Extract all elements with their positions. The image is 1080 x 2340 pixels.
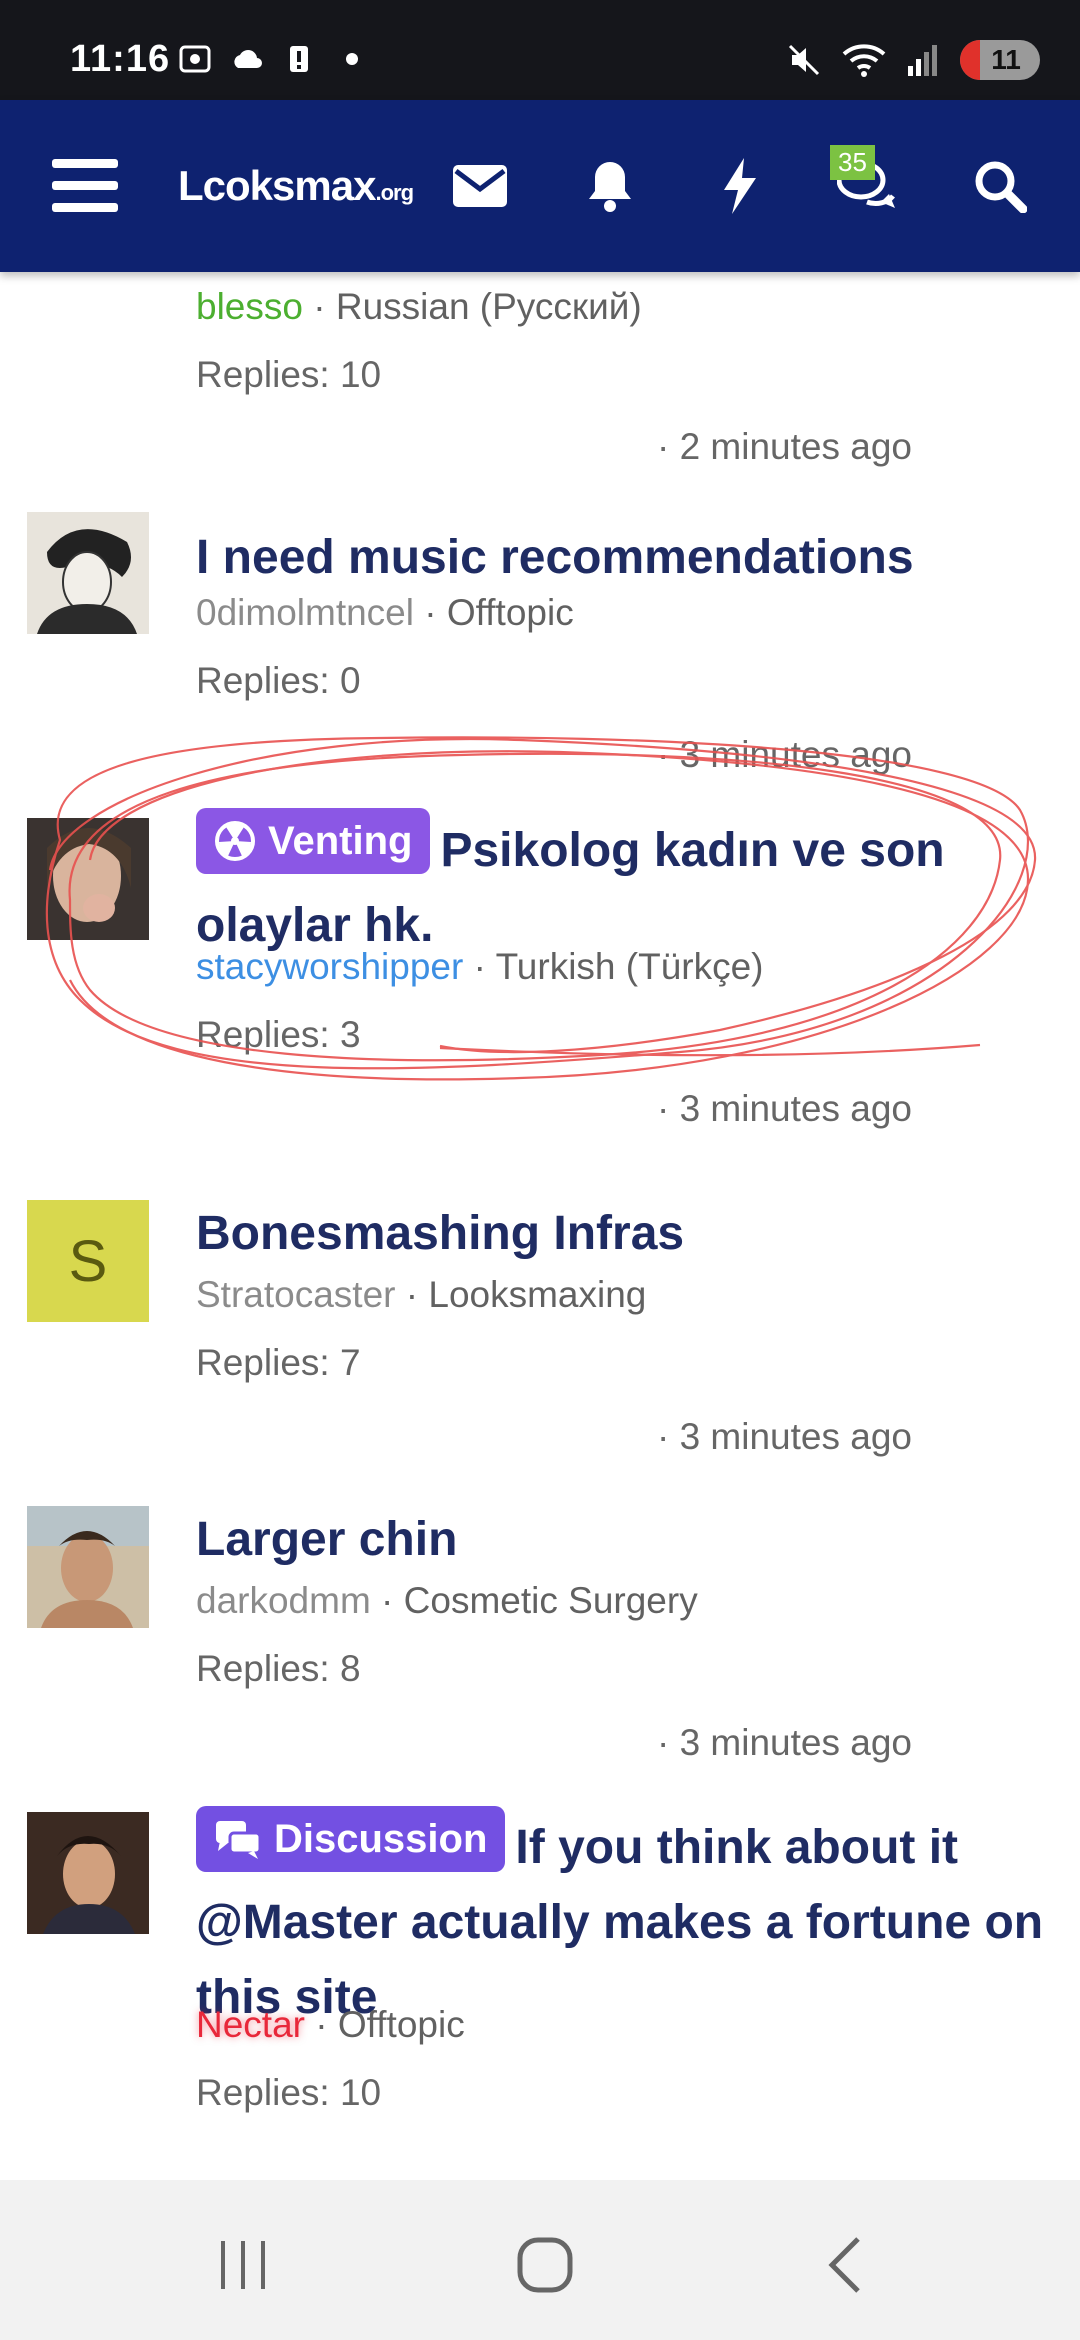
prefix-label: Venting xyxy=(268,819,413,863)
logo-suffix: .org xyxy=(375,180,414,205)
logo-text: Lcoksmax xyxy=(178,162,376,209)
thread-author[interactable]: darkodmm xyxy=(196,1580,371,1621)
thread-forum[interactable]: Looksmaxing xyxy=(428,1274,646,1315)
wifi-icon xyxy=(842,44,886,77)
meta-separator: · xyxy=(304,2004,338,2045)
prefix-venting[interactable]: Venting xyxy=(196,808,431,874)
recent-apps-button[interactable] xyxy=(198,2230,288,2300)
status-bar: 11:16 11 xyxy=(0,0,1080,100)
thread-author[interactable]: blesso xyxy=(196,286,303,327)
thread-title-text: I need music recommendations xyxy=(196,531,914,584)
thread-author[interactable]: 0dimolmtncel xyxy=(196,592,414,633)
avatar[interactable] xyxy=(27,818,149,940)
bell-icon xyxy=(589,162,631,212)
home-icon xyxy=(517,2237,573,2293)
thread-replies: Replies: 8 xyxy=(196,1648,361,1689)
conversations-badge: 35 xyxy=(830,145,875,180)
avatar-image xyxy=(27,512,149,634)
thread-meta: Stratocaster · Looksmaxing xyxy=(196,1274,646,1316)
cloud-icon xyxy=(234,50,262,68)
recent-apps-icon xyxy=(221,2241,265,2289)
thread-forum[interactable]: Offtopic xyxy=(447,592,574,633)
thread-replies: Replies: 3 xyxy=(196,1014,361,1055)
thread-time: · 3 minutes ago xyxy=(656,1416,912,1457)
thread-forum[interactable]: Turkish (Türkçe) xyxy=(496,946,764,987)
screenshot-icon xyxy=(179,45,211,73)
thread-forum[interactable]: Russian (Русский) xyxy=(336,286,642,327)
avatar[interactable] xyxy=(27,1506,149,1628)
thread-meta: 0dimolmtncel · Offtopic xyxy=(196,592,574,634)
thread-title[interactable]: Bonesmashing Infras xyxy=(196,1196,1046,1271)
meta-separator: · xyxy=(370,1580,404,1621)
signal-icon xyxy=(908,45,937,76)
avatar[interactable] xyxy=(27,512,149,634)
thread-forum[interactable]: Offtopic xyxy=(338,2004,465,2045)
conversations-button[interactable] xyxy=(828,100,908,272)
back-icon xyxy=(828,2237,860,2293)
thread-time: · 3 minutes ago xyxy=(656,1722,912,1763)
site-logo[interactable]: Lcoksmax.org xyxy=(178,162,414,210)
avatar[interactable] xyxy=(27,1812,149,1934)
whats-new-button[interactable] xyxy=(700,100,780,272)
mute-icon xyxy=(788,44,820,76)
home-button[interactable] xyxy=(500,2230,590,2300)
status-system-icons: 11 xyxy=(786,40,1040,80)
bolt-icon xyxy=(724,158,756,214)
menu-icon xyxy=(52,159,118,212)
alerts-button[interactable] xyxy=(570,100,650,272)
prefix-discussion[interactable]: Discussion xyxy=(196,1806,506,1872)
thread-replies: Replies: 0 xyxy=(196,660,361,701)
prefix-label: Discussion xyxy=(274,1817,488,1861)
avatar-image xyxy=(27,818,149,940)
radiation-icon xyxy=(215,821,255,861)
thread-replies: Replies: 10 xyxy=(196,354,382,395)
thread-replies: Replies: 7 xyxy=(196,1342,361,1383)
thread-author[interactable]: Nectar xyxy=(196,2004,305,2045)
site-header: Lcoksmax.org 35 xyxy=(0,100,1080,272)
thread-time: · 3 minutes ago xyxy=(656,734,912,775)
search-button[interactable] xyxy=(960,100,1040,272)
status-time: 11:16 xyxy=(70,38,171,80)
avatar[interactable]: S xyxy=(27,1200,149,1322)
thread-meta: stacyworshipper · Turkish (Türkçe) xyxy=(196,946,764,988)
thread-forum[interactable]: Cosmetic Surgery xyxy=(404,1580,698,1621)
menu-button[interactable] xyxy=(30,100,140,272)
comments-icon xyxy=(216,1821,262,1859)
dot-icon xyxy=(346,53,358,65)
thread-meta: Nectar · Offtopic xyxy=(196,2004,465,2046)
meta-separator: · xyxy=(395,1274,429,1315)
thread-author[interactable]: Stratocaster xyxy=(196,1274,395,1315)
thread-author[interactable]: stacyworshipper xyxy=(196,946,463,987)
thread-title-text: Larger chin xyxy=(196,1513,458,1566)
thread-title-text: Bonesmashing Infras xyxy=(196,1207,685,1260)
thread-title[interactable]: Venting Psikolog kadın ve son olaylar hk. xyxy=(196,808,1046,963)
thread-title[interactable]: Larger chin xyxy=(196,1502,1046,1577)
mail-icon xyxy=(453,165,507,207)
thread-title[interactable]: Discussion If you think about it @Master … xyxy=(196,1806,1046,2035)
alert-icon xyxy=(290,46,308,72)
system-nav-bar xyxy=(0,2180,1080,2340)
thread-time: · 2 minutes ago xyxy=(656,426,912,467)
thread-time: · 3 minutes ago xyxy=(656,1088,912,1129)
thread-meta: darkodmm · Cosmetic Surgery xyxy=(196,1580,698,1622)
thread-meta: blesso · Russian (Русский) xyxy=(196,286,642,328)
thread-replies: Replies: 10 xyxy=(196,2072,382,2113)
search-icon xyxy=(975,161,1027,213)
status-notification-icons xyxy=(178,44,358,74)
back-button[interactable] xyxy=(800,2230,890,2300)
battery-level: 11 xyxy=(991,44,1021,75)
battery-icon: 11 xyxy=(960,40,1040,80)
thread-title[interactable]: I need music recommendations xyxy=(196,520,1046,595)
meta-separator: · xyxy=(463,946,496,987)
inbox-button[interactable] xyxy=(440,100,520,272)
avatar-image xyxy=(27,1506,149,1628)
meta-separator: · xyxy=(302,286,336,327)
meta-separator: · xyxy=(413,592,447,633)
avatar-image xyxy=(27,1812,149,1934)
